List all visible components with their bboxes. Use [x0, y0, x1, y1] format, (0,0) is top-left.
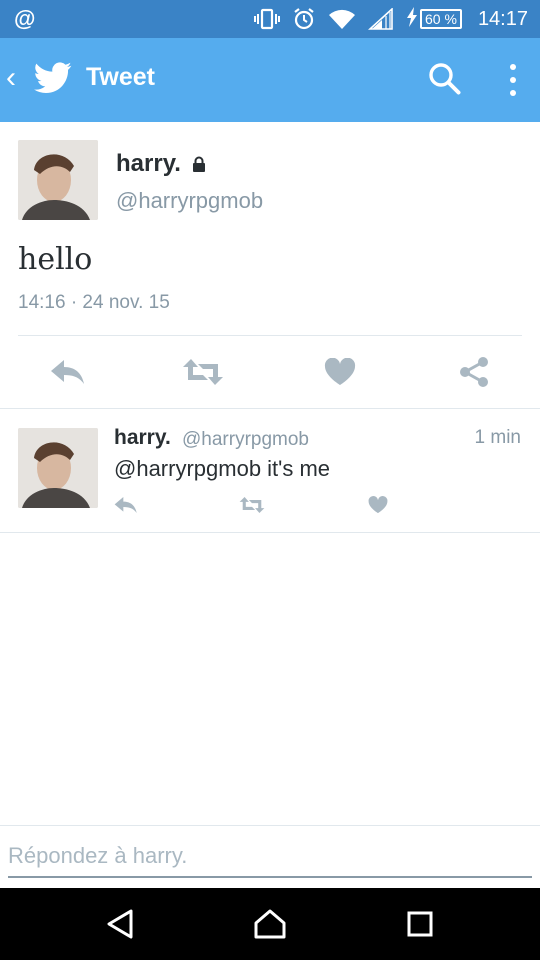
battery-level: 60 % [420, 9, 462, 29]
divider [0, 825, 540, 826]
tweet-timestamp: 14:16 · 24 nov. 15 [18, 292, 170, 313]
nav-home-icon[interactable] [252, 906, 288, 942]
share-icon[interactable] [456, 356, 492, 388]
twitter-bird-icon[interactable] [34, 62, 72, 99]
clock: 14:17 [477, 7, 528, 30]
reply-icon[interactable] [48, 356, 88, 388]
reply-author-handle[interactable]: @harryrpgmob [182, 429, 309, 451]
like-icon[interactable] [366, 494, 390, 516]
reply-icon[interactable] [112, 494, 140, 516]
charging-icon [406, 6, 418, 32]
nav-recents-icon[interactable] [402, 906, 438, 942]
retweet-icon[interactable] [180, 356, 226, 388]
tweet-text: hello [18, 242, 93, 277]
wifi-icon [328, 8, 356, 30]
search-icon[interactable] [428, 62, 462, 101]
battery-indicator: 60 % [406, 6, 462, 32]
retweet-icon[interactable] [238, 494, 266, 516]
like-icon[interactable] [322, 356, 358, 388]
lock-icon [192, 156, 206, 177]
nav-back-icon[interactable] [102, 906, 138, 942]
avatar[interactable] [18, 428, 98, 508]
notification-at-icon: @ [14, 6, 36, 31]
avatar[interactable] [18, 140, 98, 220]
app-bar: ‹ Tweet [0, 38, 540, 122]
author-handle[interactable]: @harryrpgmob [116, 188, 263, 214]
status-bar: @ 60 % 14:17 [0, 0, 540, 38]
signal-icon [368, 8, 394, 30]
divider [0, 532, 540, 533]
divider [0, 408, 540, 409]
divider [18, 335, 522, 336]
navigation-bar [0, 888, 540, 960]
back-icon[interactable]: ‹ [6, 60, 16, 96]
more-vertical-icon[interactable] [500, 60, 526, 100]
reply-text: @harryrpgmob it's me [114, 456, 331, 481]
vibrate-icon [254, 8, 281, 30]
page-title: Tweet [86, 63, 155, 91]
alarm-icon [292, 7, 316, 31]
reply-input[interactable] [8, 836, 532, 878]
author-name[interactable]: harry. [116, 150, 181, 178]
reply-author-name[interactable]: harry. [114, 426, 171, 450]
reply-time: 1 min [474, 427, 521, 448]
